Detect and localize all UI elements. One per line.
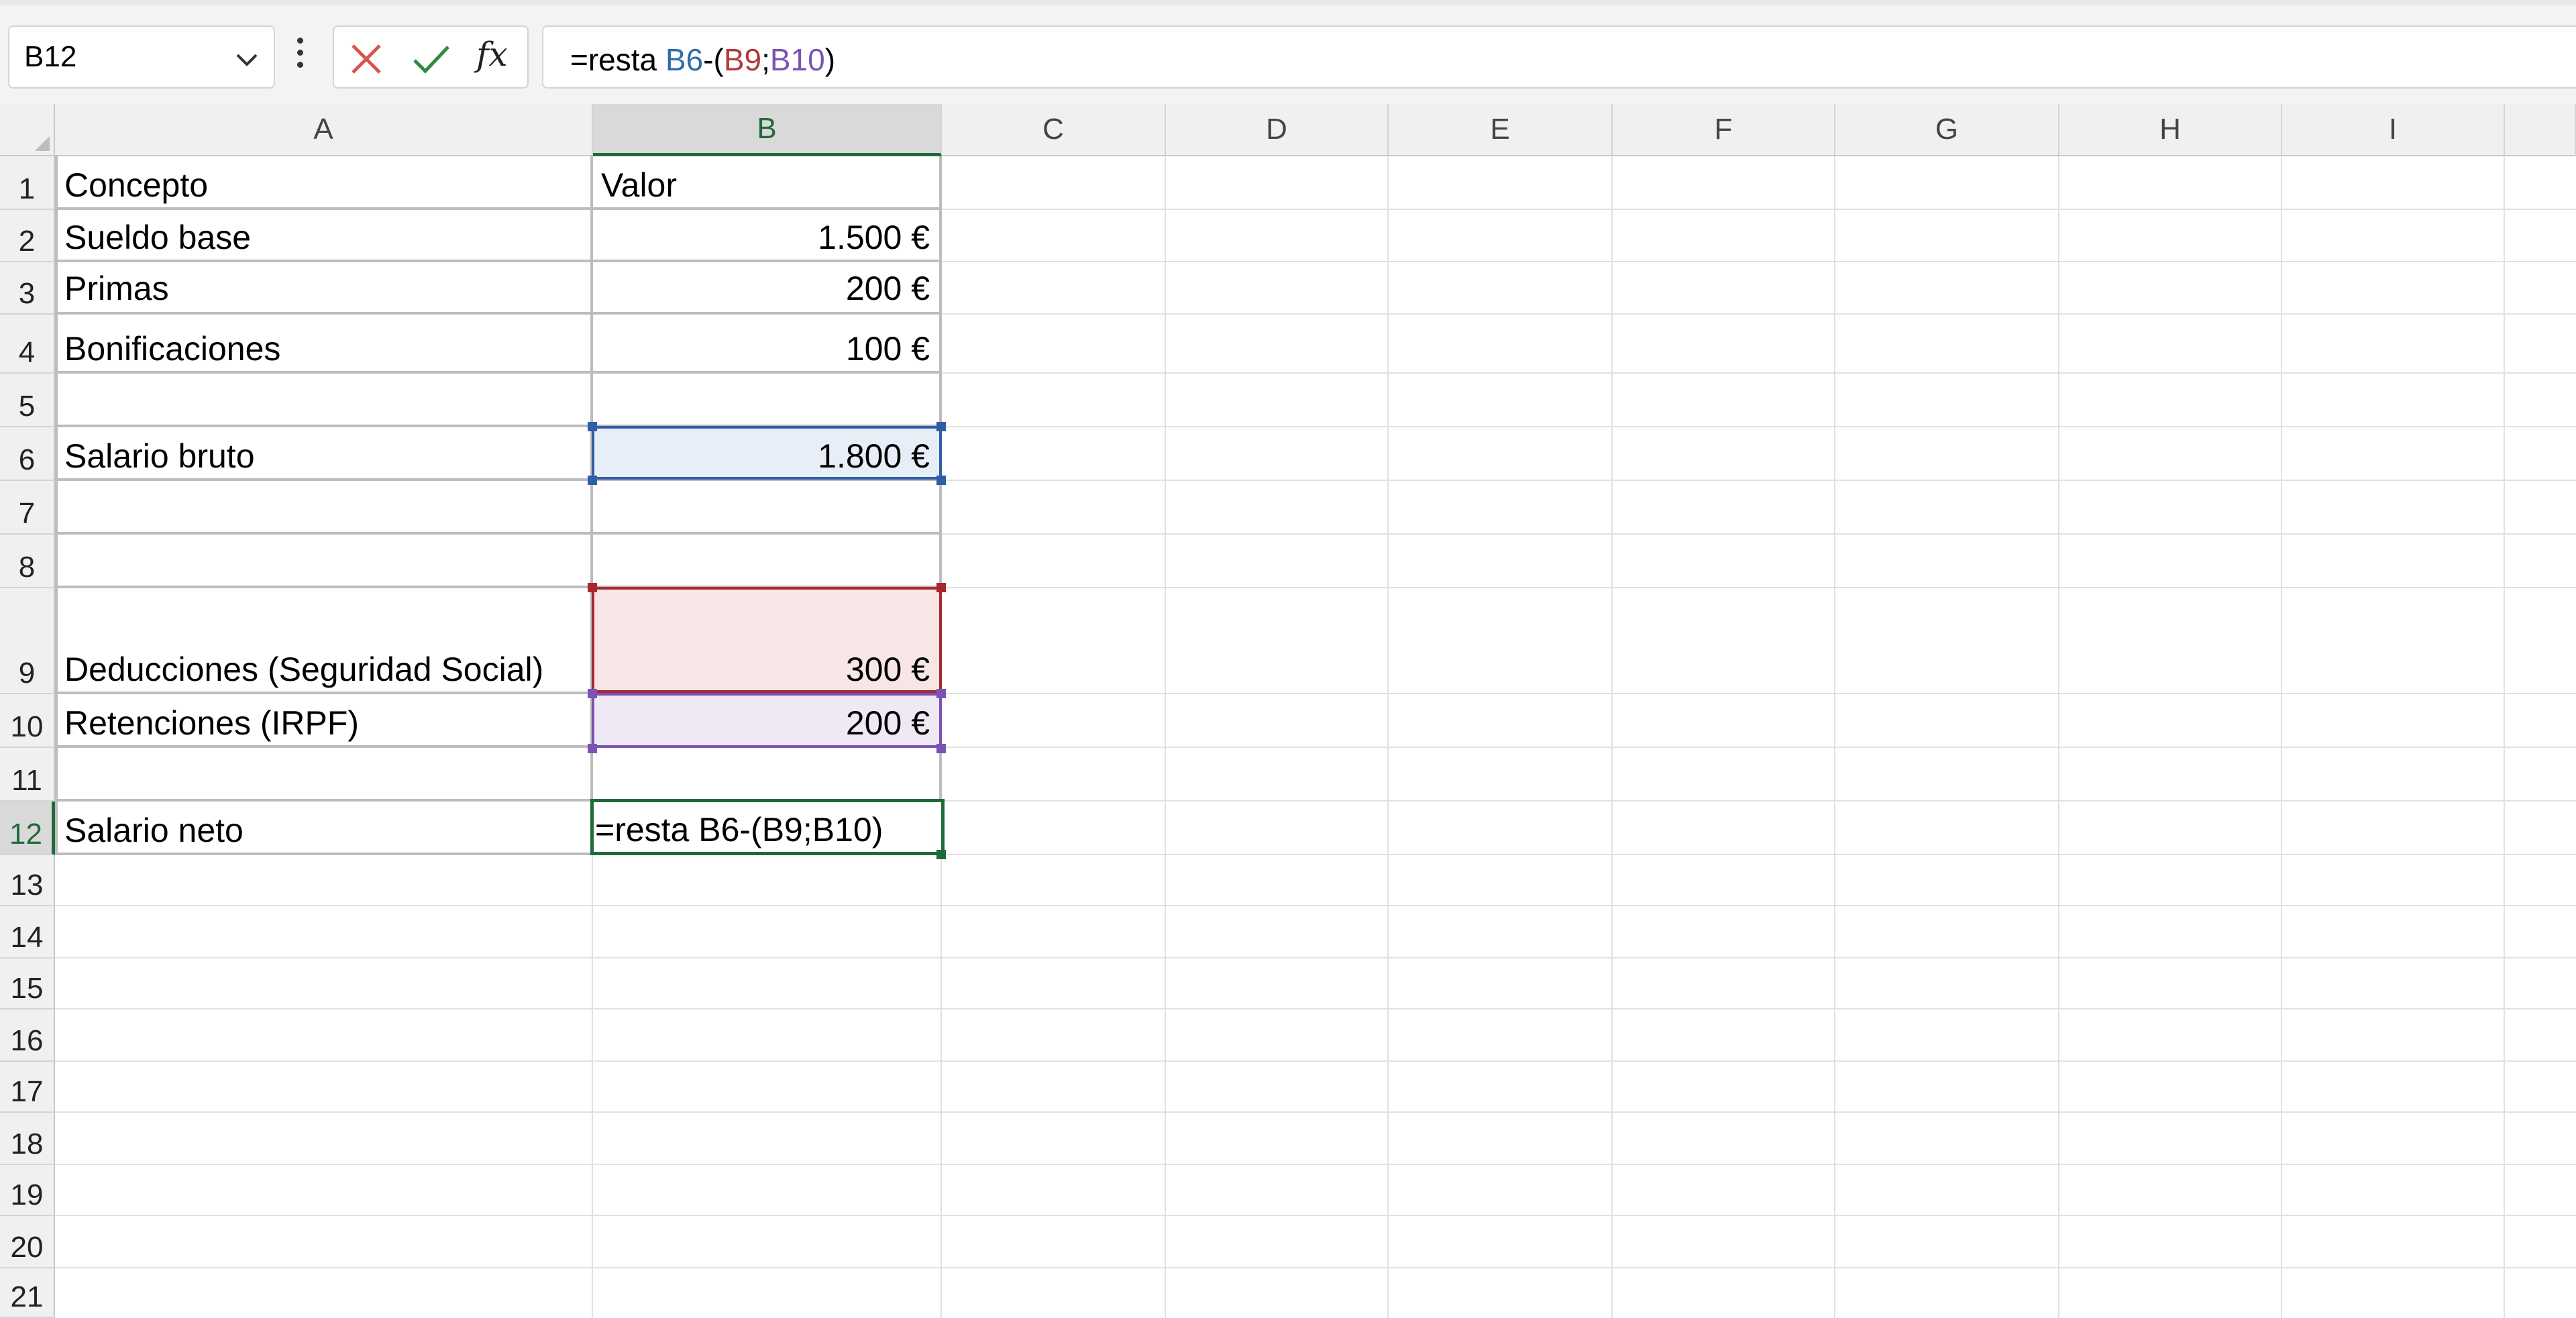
row-header-7[interactable]: 7 [0,481,55,535]
column-header-b[interactable]: B [593,104,942,156]
cell-a10[interactable]: Retenciones (IRPF) [56,693,592,747]
select-all-button[interactable] [0,104,55,156]
formula-buttons: fx [333,25,529,89]
formula-text: =resta B6-(B9;B10) [570,42,836,77]
insert-function-button[interactable]: fx [476,35,517,75]
cell-b4[interactable]: 100 € [592,313,939,372]
name-box-value: B12 [24,40,77,73]
column-header-i[interactable]: I [2282,104,2505,156]
row-header-4[interactable]: 4 [0,315,55,374]
chevron-down-icon[interactable] [231,43,263,75]
cell-area[interactable]: Concepto Sueldo base Primas Bonificacion… [55,156,2576,1318]
row-header-12[interactable]: 12 [0,802,55,855]
column-header-a[interactable]: A [55,104,593,156]
cell-a12[interactable]: Salario neto [56,800,592,854]
cell-a3[interactable]: Primas [56,261,592,312]
row-header-6[interactable]: 6 [0,427,55,481]
cell-b3[interactable]: 200 € [592,261,939,312]
cell-a2[interactable]: Sueldo base [56,209,592,261]
row-header-16[interactable]: 16 [0,1009,55,1062]
formula-bar: B12 fx =resta B6-(B9;B10) [0,5,2576,104]
cell-b6[interactable]: 1.800 € [592,426,939,480]
more-options-icon[interactable] [295,38,305,78]
formula-input[interactable]: =resta B6-(B9;B10) [542,25,2576,89]
row-header-3[interactable]: 3 [0,262,55,315]
row-header-8[interactable]: 8 [0,535,55,588]
cell-b10[interactable]: 200 € [592,693,939,747]
cell-b12-edit-text[interactable]: =resta B6-(B9;B10) [595,810,883,849]
name-box[interactable]: B12 [8,25,275,89]
row-header-20[interactable]: 20 [0,1216,55,1268]
checkmark-icon[interactable] [411,39,451,79]
column-header-h[interactable]: H [2059,104,2282,156]
cell-b1[interactable]: Valor [592,156,939,209]
row-header-11[interactable]: 11 [0,748,55,802]
row-header-17[interactable]: 17 [0,1062,55,1113]
row-header-18[interactable]: 18 [0,1113,55,1165]
row-header-2[interactable]: 2 [0,210,55,262]
cell-b2[interactable]: 1.500 € [592,209,939,261]
cell-a4[interactable]: Bonificaciones [56,313,592,372]
row-header-5[interactable]: 5 [0,374,55,427]
row-header-1[interactable]: 1 [0,156,55,210]
row-header-15[interactable]: 15 [0,958,55,1009]
cell-a9[interactable]: Deducciones (Seguridad Social) [56,587,592,693]
column-header-f[interactable]: F [1613,104,1835,156]
row-header-10[interactable]: 10 [0,694,55,748]
cell-a6[interactable]: Salario bruto [56,426,592,480]
column-header-g[interactable]: G [1835,104,2059,156]
window-top-strip [0,0,2576,5]
cell-b9[interactable]: 300 € [592,587,939,693]
column-header-next[interactable] [2505,104,2576,156]
cell-a1[interactable]: Concepto [56,156,592,209]
fill-handle[interactable] [936,850,946,859]
row-header-9[interactable]: 9 [0,588,55,694]
column-header-c[interactable]: C [942,104,1166,156]
column-header-e[interactable]: E [1389,104,1613,156]
row-header-13[interactable]: 13 [0,855,55,906]
row-header-21[interactable]: 21 [0,1268,55,1318]
close-icon[interactable] [346,39,386,79]
column-header-d[interactable]: D [1166,104,1389,156]
spreadsheet-grid: A B C D E F G H I 1 2 3 4 5 6 7 8 9 10 1… [0,104,2576,1318]
row-header-14[interactable]: 14 [0,906,55,958]
active-cell-b12[interactable]: =resta B6-(B9;B10) [590,799,945,855]
row-header-19[interactable]: 19 [0,1165,55,1216]
